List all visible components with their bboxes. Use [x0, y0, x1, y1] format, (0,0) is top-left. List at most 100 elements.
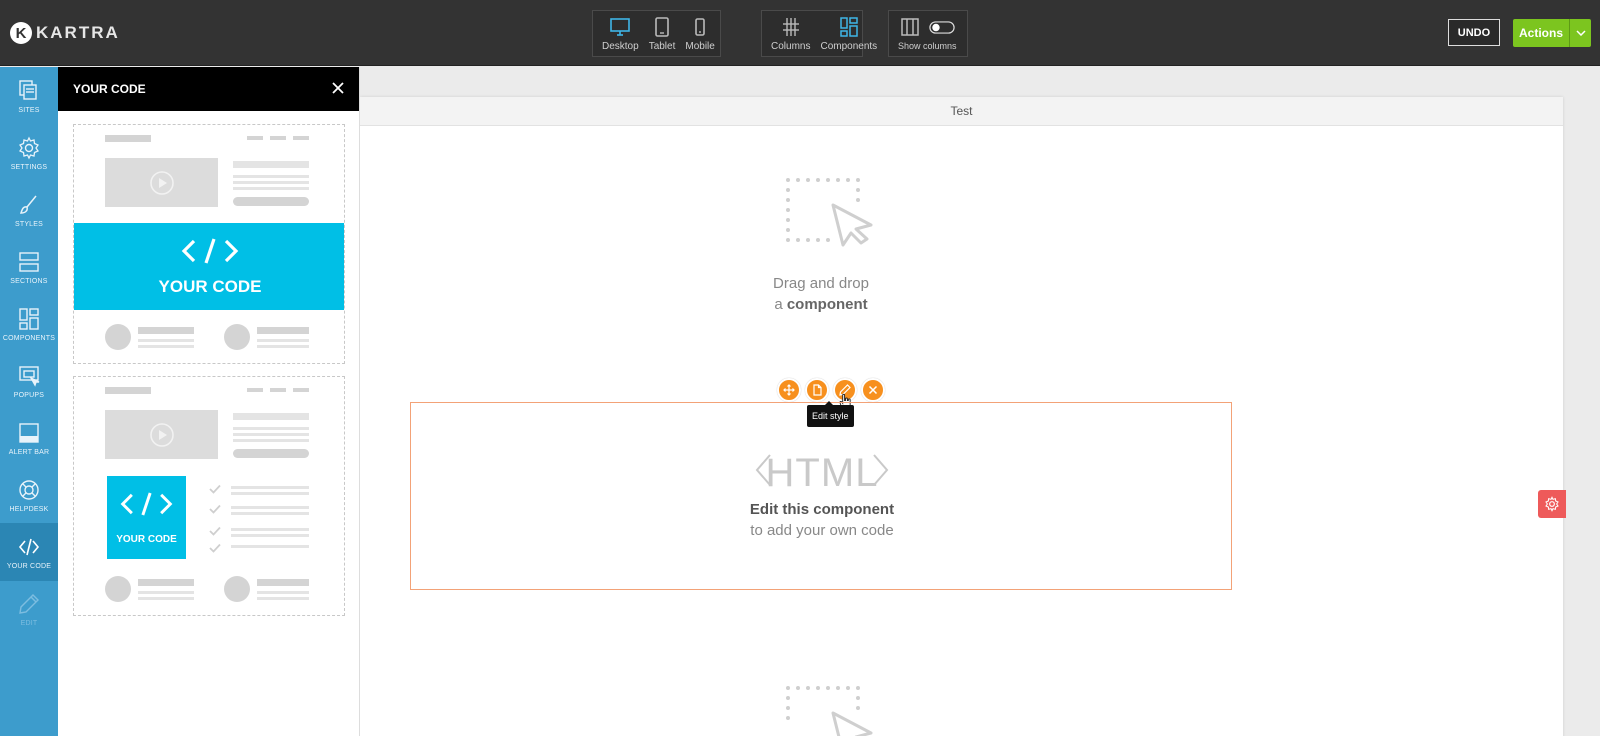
tpl-placeholder	[231, 506, 309, 509]
rail-item-your-code[interactable]: YOUR CODE	[0, 523, 58, 581]
tpl-placeholder	[138, 345, 194, 348]
rail-item-helpdesk[interactable]: HELPDESK	[0, 466, 58, 524]
rail-item-styles[interactable]: STYLES	[0, 181, 58, 239]
avatar-placeholder	[224, 324, 250, 350]
tpl-placeholder	[233, 449, 309, 458]
popups-icon	[19, 365, 40, 387]
device-switcher: Desktop Tablet Mobile	[592, 10, 721, 57]
components-button[interactable]: Components	[815, 11, 882, 56]
avatar-placeholder	[105, 324, 131, 350]
tpl-placeholder	[257, 327, 309, 334]
code-template-card-1[interactable]: YOUR CODE	[73, 124, 345, 364]
tpl-placeholder	[138, 579, 194, 586]
mobile-icon	[695, 17, 705, 36]
tpl-placeholder	[233, 181, 309, 184]
logo-mark: K	[10, 22, 32, 44]
actions-button[interactable]: Actions	[1513, 19, 1591, 47]
components-icon	[19, 307, 39, 330]
move-icon	[783, 384, 795, 396]
tpl-placeholder	[257, 345, 309, 348]
tpl-placeholder	[233, 161, 309, 168]
tablet-view-button[interactable]: Tablet	[644, 11, 681, 56]
dropzone-line2: a component	[671, 294, 971, 315]
section-settings-button[interactable]	[1538, 490, 1566, 518]
video-placeholder	[105, 410, 218, 459]
tpl-placeholder	[231, 534, 309, 537]
show-columns-toggle[interactable]: Show columns	[893, 11, 962, 56]
move-component-button[interactable]	[777, 378, 801, 402]
tpl-placeholder	[247, 136, 263, 140]
tpl-placeholder	[138, 597, 194, 600]
alert-bar-icon	[19, 422, 39, 443]
tpl-placeholder	[257, 339, 309, 342]
page-title: Test	[360, 97, 1563, 126]
code-template-card-2[interactable]: YOUR CODE	[73, 376, 345, 616]
code-block-tile: YOUR CODE	[107, 476, 186, 559]
tpl-placeholder	[231, 545, 309, 548]
tpl-placeholder	[233, 439, 309, 442]
tpl-placeholder	[293, 136, 309, 140]
mobile-view-button[interactable]: Mobile	[680, 11, 719, 56]
tpl-placeholder	[293, 388, 309, 392]
show-columns-tool: Show columns	[888, 10, 968, 57]
columns-label: Columns	[771, 40, 811, 52]
tpl-placeholder	[231, 492, 309, 495]
mobile-label: Mobile	[685, 40, 715, 52]
rail-label-settings: SETTINGS	[10, 163, 48, 171]
desktop-view-button[interactable]: Desktop	[597, 11, 644, 56]
tpl-placeholder	[233, 427, 309, 430]
rail-item-edit[interactable]: EDIT	[0, 580, 58, 638]
check-icon	[209, 484, 221, 494]
code-icon	[181, 238, 239, 264]
avatar-placeholder	[105, 576, 131, 602]
rail-label-popups: POPUPS	[13, 391, 45, 399]
rail-label-styles: STYLES	[14, 220, 44, 228]
desktop-label: Desktop	[602, 40, 639, 52]
page-frame: Test Drag and drop a component HTML Edit…	[360, 97, 1563, 736]
tpl-placeholder	[257, 591, 309, 594]
editor-canvas: Test Drag and drop a component HTML Edit…	[360, 67, 1600, 736]
rail-label-edit: EDIT	[20, 619, 38, 627]
dropzone-line1: Drag and drop	[773, 275, 869, 292]
tablet-icon	[655, 16, 669, 37]
tpl-placeholder	[257, 579, 309, 586]
duplicate-component-button[interactable]	[805, 378, 829, 402]
rail-item-settings[interactable]: SETTINGS	[0, 124, 58, 182]
rail-item-sites[interactable]: SITES	[0, 67, 58, 125]
toggle-switch-icon	[929, 20, 955, 34]
code-icon	[120, 492, 173, 516]
edit-style-tooltip: Edit style	[807, 401, 854, 427]
rail-item-components[interactable]: COMPONENTS	[0, 295, 58, 353]
sites-icon	[19, 79, 37, 100]
brush-icon	[19, 195, 37, 214]
gear-icon	[1545, 496, 1559, 512]
dropzone-text: Drag and drop a component	[671, 273, 971, 315]
undo-button[interactable]: UNDO	[1448, 19, 1500, 46]
components-icon	[840, 16, 858, 37]
dropzone-line2-bold: component	[786, 296, 868, 313]
delete-icon	[868, 385, 878, 395]
tpl-placeholder	[270, 136, 286, 140]
html-component-subtitle: to add your own code	[750, 522, 894, 539]
close-icon[interactable]	[331, 81, 345, 95]
delete-component-button[interactable]	[861, 378, 885, 402]
html-component[interactable]: HTML Edit this component to add your own…	[410, 402, 1232, 590]
gear-icon	[19, 136, 39, 159]
rail-item-sections[interactable]: SECTIONS	[0, 238, 58, 296]
left-icon-rail: SITES SETTINGS STYLES SECTIONS COMPONENT…	[0, 67, 58, 736]
rail-label-your-code: YOUR CODE	[6, 562, 52, 570]
chevron-down-icon[interactable]	[1569, 19, 1591, 47]
tpl-placeholder	[138, 591, 194, 594]
check-icon	[209, 543, 221, 553]
actions-label: Actions	[1518, 26, 1563, 40]
rail-item-alert-bar[interactable]: ALERT BAR	[0, 409, 58, 467]
play-icon	[150, 171, 174, 195]
rail-label-components: COMPONENTS	[2, 334, 56, 342]
code-icon	[18, 538, 40, 555]
rail-item-popups[interactable]: POPUPS	[0, 352, 58, 410]
drag-drop-icon	[786, 178, 873, 247]
columns-button[interactable]: Columns	[766, 11, 815, 56]
kartra-logo[interactable]: K KARTRA	[10, 21, 120, 45]
sections-icon	[19, 251, 39, 272]
video-placeholder	[105, 158, 218, 207]
